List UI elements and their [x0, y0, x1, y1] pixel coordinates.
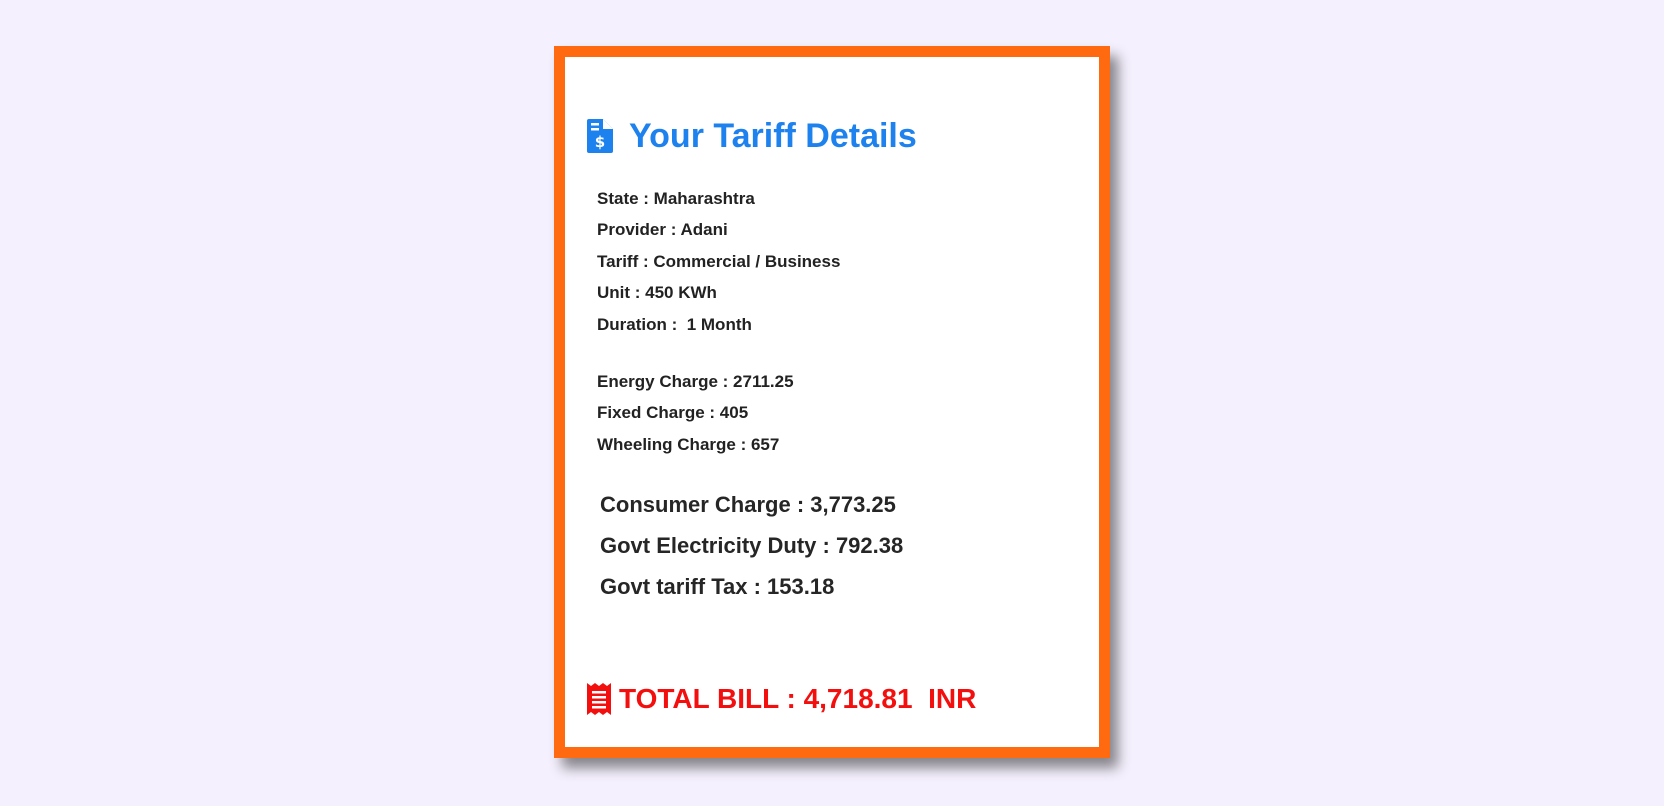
state-line: State : Maharashtra	[597, 189, 755, 208]
total-bill: TOTAL BILL : 4,718.81 INR	[587, 681, 976, 717]
tariff-tax-line: Govt tariff Tax : 153.18	[600, 574, 835, 599]
tariff-card: $ Your Tariff Details State : Maharashtr…	[554, 46, 1110, 758]
energy-charge-line: Energy Charge : 2711.25	[597, 372, 794, 391]
duration-line: Duration : 1 Month	[597, 315, 752, 334]
page-title: Your Tariff Details	[629, 116, 917, 155]
electricity-duty-line: Govt Electricity Duty : 792.38	[600, 533, 904, 558]
total-bill-label: TOTAL BILL : 4,718.81 INR	[619, 683, 977, 714]
invoice-dollar-icon: $	[587, 119, 613, 153]
tariff-line: Tariff : Commercial / Business	[597, 252, 841, 271]
tariff-header: $ Your Tariff Details	[587, 117, 917, 155]
provider-line: Provider : Adani	[597, 220, 728, 239]
unit-line: Unit : 450 KWh	[597, 283, 717, 302]
svg-text:$: $	[595, 133, 605, 151]
fixed-charge-line: Fixed Charge : 405	[597, 403, 749, 422]
wheeling-charge-line: Wheeling Charge : 657	[597, 435, 780, 454]
receipt-icon	[587, 683, 611, 715]
consumer-charge-line: Consumer Charge : 3,773.25	[600, 492, 896, 517]
